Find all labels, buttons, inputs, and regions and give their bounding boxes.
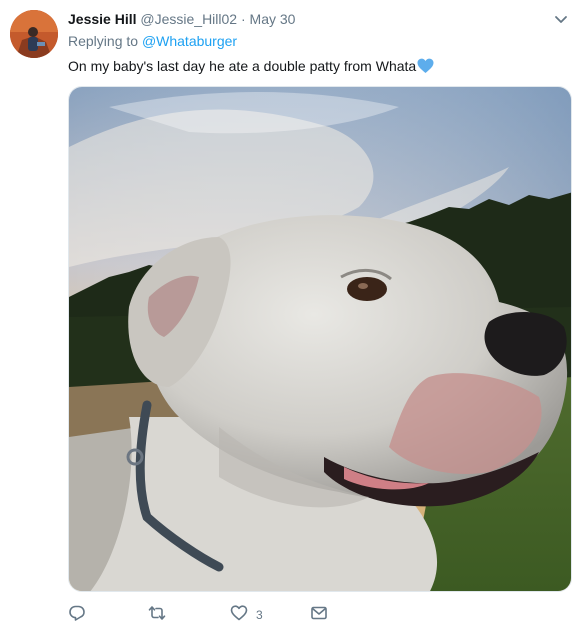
dog-photo — [69, 87, 571, 591]
reply-button[interactable] — [68, 604, 86, 626]
tweet[interactable]: Jessie Hill @Jessie_Hill02 · May 30 Repl… — [0, 0, 588, 629]
envelope-icon — [310, 604, 328, 627]
display-name[interactable]: Jessie Hill — [68, 11, 137, 27]
retweet-button[interactable] — [148, 604, 166, 626]
tweet-photo[interactable] — [68, 86, 572, 592]
tweet-header: Jessie Hill @Jessie_Hill02 · May 30 — [68, 10, 295, 28]
reply-icon — [68, 604, 86, 627]
chevron-down-icon[interactable] — [552, 10, 570, 28]
tweet-date[interactable]: May 30 — [250, 11, 296, 27]
separator-dot: · — [240, 11, 246, 27]
tweet-text-content: On my baby's last day he ate a double pa… — [68, 58, 417, 74]
replying-prefix: Replying to — [68, 33, 139, 49]
avatar[interactable] — [10, 10, 58, 58]
tweet-actions: 3 — [68, 604, 488, 626]
like-button[interactable]: 3 — [230, 604, 263, 626]
mention-link[interactable]: @Whataburger — [142, 33, 237, 49]
like-count: 3 — [256, 608, 263, 622]
user-handle[interactable]: @Jessie_Hill02 — [140, 11, 237, 27]
replying-to: Replying to @Whataburger — [68, 33, 237, 49]
direct-message-button[interactable] — [310, 604, 328, 626]
heart-icon — [230, 604, 248, 627]
blue-heart-icon — [417, 58, 434, 74]
tweet-text: On my baby's last day he ate a double pa… — [68, 57, 434, 75]
retweet-icon — [148, 604, 166, 627]
